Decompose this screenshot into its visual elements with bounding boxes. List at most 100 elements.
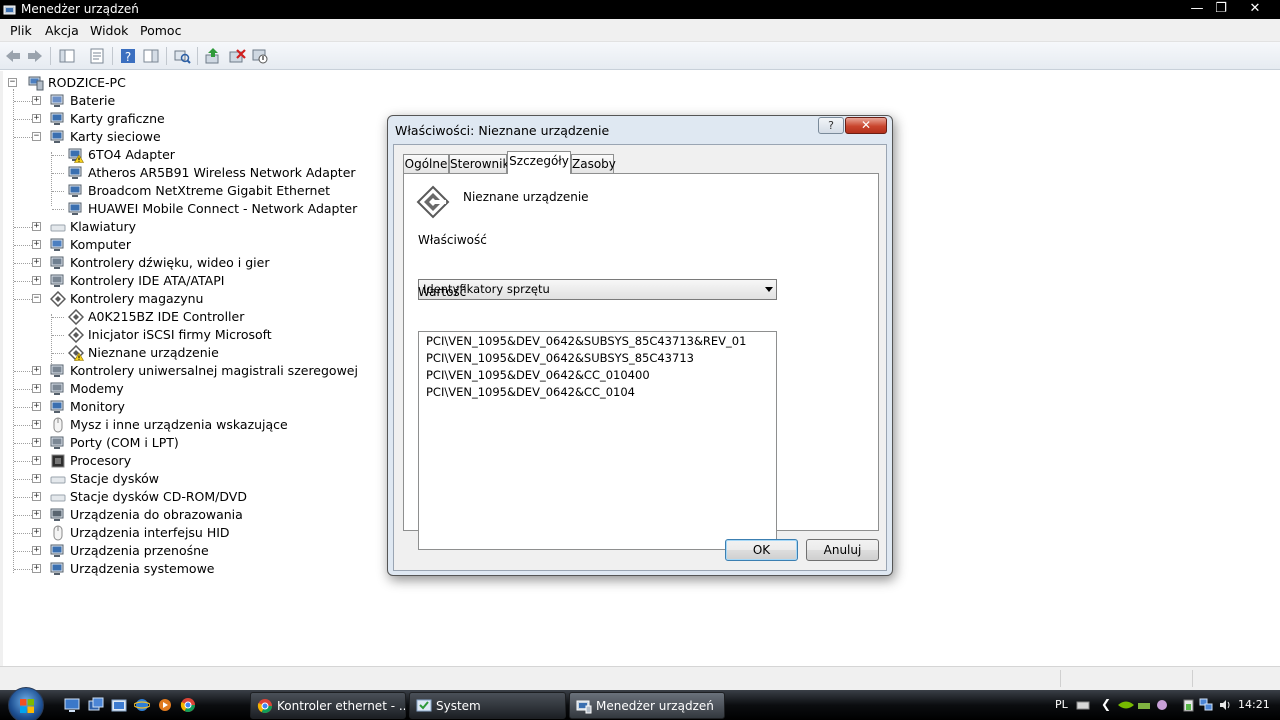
expand-icon[interactable]: + (32, 564, 41, 573)
property-select[interactable]: Identyfikatory sprzętu (418, 279, 777, 300)
tab-details[interactable]: Szczegóły (507, 151, 571, 174)
value-list[interactable]: PCI\VEN_1095&DEV_0642&SUBSYS_85C43713&RE… (418, 331, 777, 550)
chevron-left-icon[interactable]: ❮ (1101, 697, 1111, 711)
expand-icon[interactable]: + (32, 402, 41, 411)
expand-icon[interactable]: + (32, 114, 41, 123)
ok-button[interactable]: OK (725, 539, 798, 561)
taskbar-task-device-manager[interactable]: Menedżer urządzeń (569, 692, 725, 719)
forward-icon[interactable] (26, 47, 44, 65)
menu-action[interactable]: Akcja (45, 23, 79, 38)
tab-general[interactable]: Ogólne (403, 154, 449, 173)
close-button[interactable]: ✕ (1242, 0, 1268, 18)
tree-line (13, 89, 14, 573)
network-tray-icon[interactable] (1137, 698, 1151, 712)
storage-controller-icon (68, 327, 84, 343)
properties-icon[interactable] (88, 47, 106, 65)
collapse-icon[interactable]: − (32, 132, 41, 141)
toolbar: ? (0, 42, 1280, 70)
scan-hardware-icon[interactable] (173, 47, 191, 65)
tree-line (14, 101, 32, 102)
uninstall-icon[interactable] (228, 47, 246, 65)
value-row[interactable]: PCI\VEN_1095&DEV_0642&SUBSYS_85C43713 (426, 350, 694, 367)
expand-icon[interactable]: + (32, 96, 41, 105)
expand-icon[interactable]: + (32, 474, 41, 483)
value-row[interactable]: PCI\VEN_1095&DEV_0642&CC_0104 (426, 384, 635, 401)
media-player-icon[interactable] (157, 697, 173, 713)
menu-view[interactable]: Widok (90, 23, 128, 38)
switch-windows-icon[interactable] (88, 697, 104, 713)
details-tab-panel: Nieznane urządzenie Właściwość Identyfik… (403, 173, 879, 550)
tree-line (14, 533, 32, 534)
dialog-close-button[interactable]: ✕ (845, 117, 887, 134)
explorer-icon[interactable] (111, 697, 127, 713)
menu-help[interactable]: Pomoc (140, 23, 181, 38)
value-row[interactable]: PCI\VEN_1095&DEV_0642&SUBSYS_85C43713&RE… (426, 333, 746, 350)
monitor-icon (50, 400, 64, 413)
menu-file[interactable]: Plik (10, 23, 32, 38)
tree-item-label: Kontrolery IDE ATA/ATAPI (70, 273, 225, 288)
start-button[interactable] (8, 687, 44, 720)
taskbar-task-system[interactable]: System (409, 692, 566, 719)
keyboard-tray-icon[interactable] (1076, 698, 1090, 712)
volume-icon[interactable] (1218, 698, 1232, 712)
network-connection-icon[interactable] (1199, 698, 1213, 712)
dialog-title: Właściwości: Nieznane urządzenie (395, 123, 610, 138)
tree-item-label: Kontrolery dźwięku, wideo i gier (70, 255, 270, 270)
status-bar (0, 666, 1280, 690)
tree-line (14, 389, 32, 390)
expand-icon[interactable]: + (32, 546, 41, 555)
tree-line (52, 335, 64, 336)
show-desktop-icon[interactable] (64, 697, 80, 713)
expand-icon[interactable]: + (32, 384, 41, 393)
expand-icon[interactable]: + (32, 366, 41, 375)
expand-icon[interactable]: + (32, 276, 41, 285)
collapse-icon[interactable]: − (32, 294, 41, 303)
battery-tray-icon[interactable] (1182, 698, 1196, 712)
window-title: Menedżer urządzeń (21, 2, 139, 16)
expand-icon[interactable]: + (32, 240, 41, 249)
tree-item-label: Stacje dysków CD-ROM/DVD (70, 489, 247, 504)
clock[interactable]: 14:21 (1238, 698, 1270, 711)
tree-item-label: Urządzenia przenośne (70, 543, 209, 558)
cancel-button[interactable]: Anuluj (806, 539, 879, 561)
toolbar-separator (166, 47, 167, 65)
expand-icon[interactable]: + (32, 510, 41, 519)
expand-icon[interactable]: + (32, 528, 41, 537)
tree-line (51, 152, 52, 206)
collapse-icon[interactable]: − (8, 78, 17, 87)
device-manager-icon (576, 700, 592, 714)
device-manager-icon (3, 5, 16, 15)
network-adapter-icon (50, 130, 64, 143)
taskbar-task-chrome[interactable]: Kontroler ethernet - ... (250, 692, 406, 719)
utility-tray-icon[interactable] (1155, 698, 1169, 712)
tree-item-label: Nieznane urządzenie (88, 345, 219, 360)
help-icon[interactable]: ? (119, 47, 137, 65)
tab-driver[interactable]: Sterownik (449, 154, 509, 173)
chrome-icon[interactable] (180, 697, 196, 713)
update-driver-icon[interactable] (204, 47, 222, 65)
expand-icon[interactable]: + (32, 492, 41, 501)
tree-line (14, 263, 32, 264)
show-hide-console-tree-icon[interactable] (58, 47, 76, 65)
expand-icon[interactable]: + (32, 222, 41, 231)
action-pane-icon[interactable] (142, 47, 160, 65)
battery-icon (50, 94, 64, 107)
expand-icon[interactable]: + (32, 438, 41, 447)
minimize-button[interactable]: — (1184, 0, 1210, 18)
port-icon (50, 436, 64, 449)
restore-button[interactable]: ❐ (1208, 0, 1234, 18)
unknown-device-warning-icon (68, 345, 84, 361)
dialog-help-button[interactable]: ? (818, 117, 844, 134)
disable-device-icon[interactable] (251, 47, 269, 65)
internet-explorer-icon[interactable] (134, 697, 150, 713)
language-indicator[interactable]: PL (1055, 698, 1068, 711)
properties-dialog: Właściwości: Nieznane urządzenie ? ✕ Ogó… (387, 115, 893, 576)
expand-icon[interactable]: + (32, 456, 41, 465)
value-row[interactable]: PCI\VEN_1095&DEV_0642&CC_010400 (426, 367, 650, 384)
expand-icon[interactable]: + (32, 420, 41, 429)
nvidia-tray-icon[interactable] (1117, 698, 1135, 712)
tab-resources[interactable]: Zasoby (571, 154, 616, 173)
expand-icon[interactable]: + (32, 258, 41, 267)
property-label: Właściwość (418, 233, 487, 247)
back-icon[interactable] (4, 47, 22, 65)
